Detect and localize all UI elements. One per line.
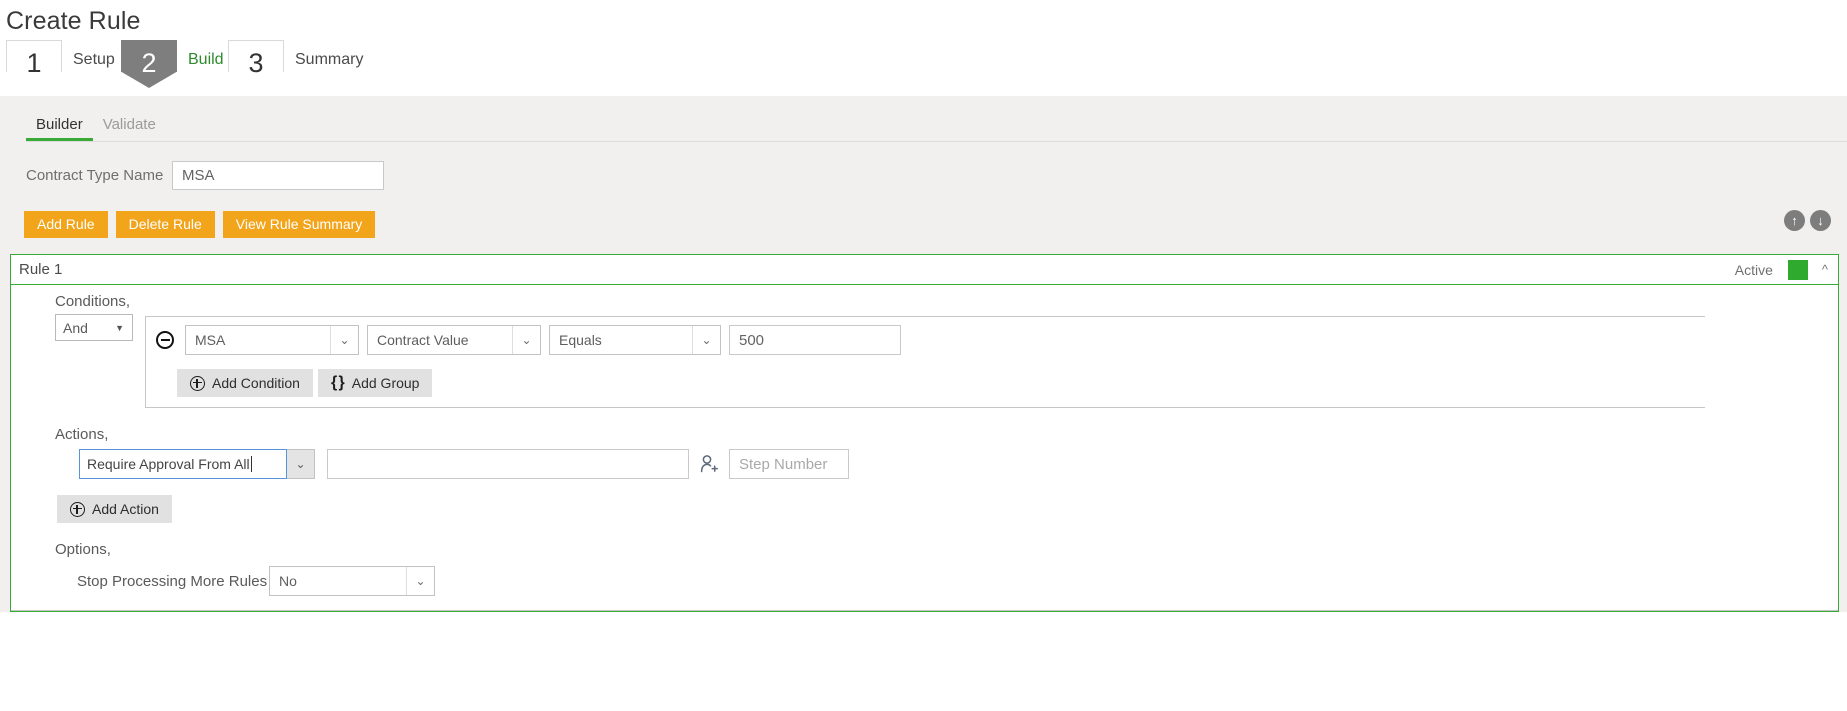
wizard-step-label-summary: Summary: [295, 51, 364, 68]
wizard-step-summary[interactable]: 3 Summary: [228, 38, 363, 90]
stop-processing-row: Stop Processing More Rules No ⌄: [11, 566, 1838, 596]
actions-section-label: Actions,: [55, 426, 109, 443]
wizard-step-label-setup: Setup: [73, 51, 115, 68]
conditions-wrapper: And ▼ MSA ⌄ Contract Value ⌄ Equals ⌄ 50…: [11, 314, 1838, 408]
rule-status-swatch[interactable]: [1787, 259, 1808, 280]
plus-circle-icon: [70, 501, 85, 517]
contract-type-input[interactable]: [172, 160, 384, 190]
wizard-step-number-3: 3: [228, 40, 284, 88]
stop-processing-label: Stop Processing More Rules: [77, 572, 268, 590]
minus-circle-icon[interactable]: [156, 331, 174, 349]
add-action-row: Add Action: [11, 495, 1838, 523]
chevron-down-icon: ⌄: [692, 326, 720, 354]
rule-sort-controls: ↑ ↓: [1784, 210, 1831, 231]
tab-validate[interactable]: Validate: [93, 116, 166, 142]
add-action-button[interactable]: Add Action: [57, 495, 172, 523]
rule-status-label: Active: [1734, 261, 1773, 278]
wizard-steps: 1 Setup 2 Build 3 Summary: [0, 38, 1847, 96]
action-parameter-input[interactable]: [327, 449, 689, 479]
condition-operator-select[interactable]: Equals ⌄: [549, 325, 721, 355]
braces-icon: { }: [330, 374, 345, 391]
condition-attribute-select[interactable]: Contract Value ⌄: [367, 325, 541, 355]
add-action-label: Add Action: [92, 501, 159, 517]
condition-logic-value: And: [63, 319, 88, 336]
add-condition-button[interactable]: Add Condition: [177, 369, 313, 397]
wizard-step-number-2: 2: [121, 40, 177, 88]
tab-divider: [26, 141, 1847, 142]
chevron-down-icon: ⌄: [512, 326, 540, 354]
chevron-down-icon: ⌄: [406, 567, 434, 595]
condition-logic-select[interactable]: And ▼: [55, 314, 133, 341]
rule-panel: Rule 1 Active ^ Conditions, And ▼ MSA ⌄ …: [10, 254, 1839, 612]
person-add-icon[interactable]: [700, 454, 718, 474]
rule-header[interactable]: Rule 1 Active ^: [11, 255, 1838, 285]
rule-title: Rule 1: [19, 261, 63, 278]
move-rule-down-icon[interactable]: ↓: [1810, 210, 1831, 231]
action-type-value: Require Approval From All: [87, 456, 250, 472]
page-title: Create Rule: [6, 7, 141, 35]
contract-type-row: Contract Type Name: [0, 160, 1847, 190]
wizard-step-number-1: 1: [6, 40, 62, 88]
condition-group: MSA ⌄ Contract Value ⌄ Equals ⌄ 500 Add …: [145, 316, 1705, 408]
condition-attribute-value: Contract Value: [377, 332, 469, 348]
tab-bar: Builder Validate: [0, 96, 1847, 142]
triangle-down-icon: ▼: [115, 322, 124, 333]
add-group-button[interactable]: { } Add Group: [317, 369, 433, 397]
action-type-combobox[interactable]: Require Approval From All: [79, 449, 287, 479]
condition-row: MSA ⌄ Contract Value ⌄ Equals ⌄: [156, 325, 1705, 355]
wizard-step-label-build: Build: [188, 51, 224, 68]
stop-processing-value: No: [279, 573, 297, 589]
stop-processing-select[interactable]: No ⌄: [269, 566, 435, 596]
view-rule-summary-button[interactable]: View Rule Summary: [222, 210, 376, 238]
condition-field-value: MSA: [195, 332, 226, 348]
contract-type-label: Contract Type Name: [26, 166, 164, 184]
condition-buttons: Add Condition { } Add Group: [177, 369, 1705, 397]
chevron-down-icon: ⌄: [330, 326, 358, 354]
rule-toolbar: Add Rule Delete Rule View Rule Summary ↑…: [0, 210, 1847, 238]
form-area: Contract Type Name Add Rule Delete Rule …: [0, 142, 1847, 612]
text-cursor: [250, 456, 252, 472]
move-rule-up-icon[interactable]: ↑: [1784, 210, 1805, 231]
add-group-label: Add Group: [351, 375, 420, 391]
wizard-step-build[interactable]: 2 Build: [121, 38, 224, 90]
chevron-up-icon[interactable]: ^: [1822, 263, 1828, 276]
add-condition-label: Add Condition: [212, 375, 300, 391]
options-section: Options, Stop Processing More Rules No ⌄: [11, 541, 1838, 596]
tab-builder[interactable]: Builder: [26, 116, 93, 142]
condition-field-select[interactable]: MSA ⌄: [185, 325, 359, 355]
actions-section: Actions, Require Approval From All ⌄ Ste…: [11, 426, 1838, 523]
add-rule-button[interactable]: Add Rule: [24, 210, 108, 238]
rule-body: Conditions, And ▼ MSA ⌄ Contract Value ⌄…: [11, 285, 1838, 611]
plus-circle-icon: [190, 375, 205, 391]
step-number-input[interactable]: [729, 449, 849, 479]
action-row: Require Approval From All ⌄: [11, 449, 1838, 479]
delete-rule-button[interactable]: Delete Rule: [115, 210, 215, 238]
condition-value-input[interactable]: [729, 325, 901, 355]
action-type-dropdown-toggle[interactable]: ⌄: [287, 449, 315, 479]
conditions-section-label: Conditions,: [55, 293, 131, 310]
options-section-label: Options,: [55, 541, 111, 558]
wizard-step-setup[interactable]: 1 Setup: [6, 38, 115, 90]
condition-operator-value: Equals: [559, 332, 602, 348]
